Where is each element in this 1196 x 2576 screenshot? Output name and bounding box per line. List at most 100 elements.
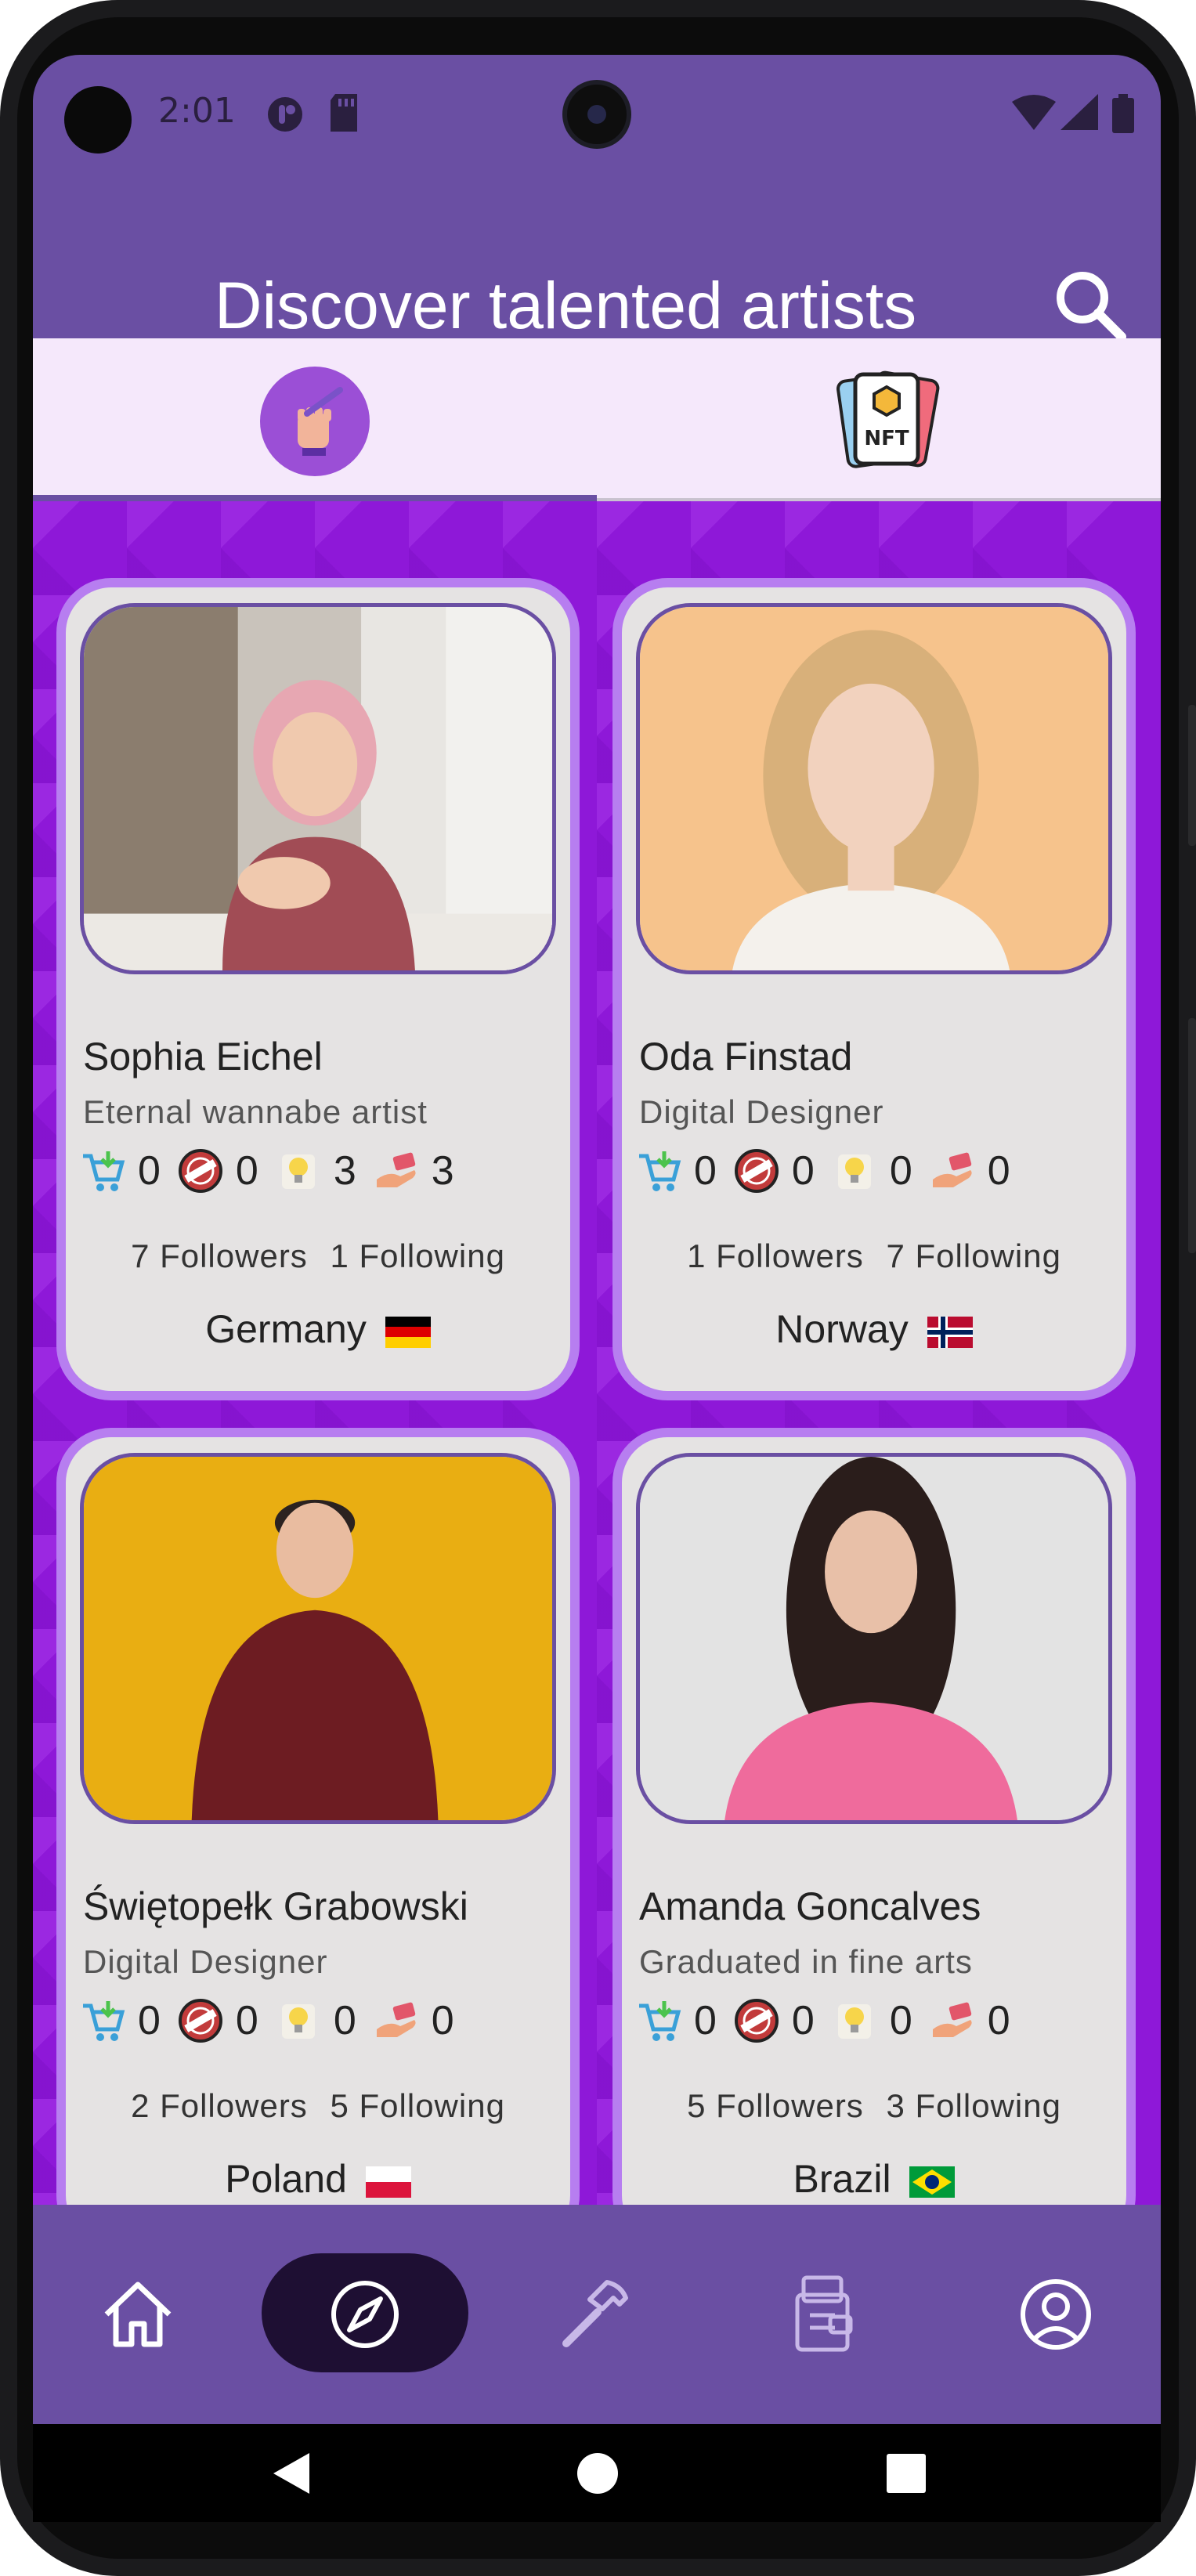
artist-stats: 0 0 0 0 [636,1143,1028,1198]
signal-icon [1061,94,1098,130]
status-time: 2:01 [158,91,236,131]
artist-name: Świętopełk Grabowski [83,1884,468,1928]
nav-create[interactable] [539,2260,649,2369]
home-icon [104,2282,172,2347]
shopping-cart-icon [83,2001,125,2041]
screen: 2:01 Discover talented artists NFT Sophi… [33,55,1161,2522]
artist-name: Oda Finstad [639,1035,853,1078]
tab-active-indicator [33,495,597,501]
artist-stats: 0 0 0 0 [636,1993,1028,2048]
artist-card[interactable]: Amanda Goncalves Graduated in fine arts … [612,1428,1136,2205]
stat-value: 0 [694,1148,717,1194]
shopping-cart-icon [639,1151,681,1191]
back-triangle-icon [273,2452,309,2494]
system-recents-button[interactable] [857,2424,955,2522]
stat-value: 0 [235,1998,258,2043]
artist-country: Poland [66,2156,570,2202]
sd-card-icon [331,94,357,132]
bottom-nav [33,2205,1161,2424]
following-count[interactable]: 5 Following [330,2087,504,2124]
power-button [1188,1018,1196,1253]
system-home-button[interactable] [548,2424,646,2522]
page-title: Discover talented artists [214,269,917,342]
stat-value: 0 [333,1998,356,2043]
nav-discover[interactable] [310,2260,420,2369]
idea-bulb-icon [281,1154,315,1189]
artist-card[interactable]: Świętopełk Grabowski Digital Designer 0 … [56,1428,580,2205]
artist-follow-counts: 5 Followers 3 Following [622,2087,1126,2125]
nav-home[interactable] [83,2260,193,2369]
artist-follow-counts: 2 Followers 5 Following [66,2087,570,2125]
nav-nft-wallet[interactable] [768,2260,877,2369]
following-count[interactable]: 3 Following [886,2087,1061,2124]
stat-value: 0 [791,1148,815,1194]
volume-button [1188,705,1196,846]
offer-hand-icon [932,1152,972,1187]
stat-value: 0 [791,1998,815,2043]
tab-artists[interactable] [33,338,597,501]
offer-hand-icon [376,2002,416,2037]
sold-badge-icon [178,1149,222,1193]
wifi-icon [1012,95,1056,130]
artist-title: Eternal wannabe artist [83,1093,428,1130]
front-camera [562,80,631,149]
offer-hand-icon [932,2002,972,2037]
nav-profile[interactable] [1001,2260,1111,2369]
stat-value: 0 [235,1148,258,1194]
country-name: Brazil [793,2157,891,2201]
artist-title: Graduated in fine arts [639,1943,973,1980]
artist-follow-counts: 1 Followers 7 Following [622,1237,1126,1275]
profile-icon [1021,2279,1091,2350]
svg-text:NFT: NFT [864,427,909,450]
nft-wallet-icon [795,2275,853,2352]
tab-bar: NFT [33,338,1161,501]
artist-grid: Sophia Eichel Eternal wannabe artist 0 0 [33,501,1161,2205]
stat-value: 3 [431,1148,454,1194]
recents-square-icon [886,2453,926,2493]
camera-cutout [64,86,132,154]
search-icon[interactable] [1051,266,1129,345]
followers-count[interactable]: 7 Followers [131,1237,308,1274]
following-count[interactable]: 1 Following [330,1237,504,1274]
hammer-icon [562,2280,628,2347]
artist-stats: 0 0 0 0 [80,1993,472,2048]
artist-photo [80,1453,556,1824]
country-name: Poland [225,2157,347,2201]
stat-value: 0 [987,1998,1010,2043]
artist-name: Amanda Goncalves [639,1884,981,1928]
system-nav-bar [33,2424,1161,2522]
artist-card[interactable]: Oda Finstad Digital Designer 0 0 0 0 1 F… [612,578,1136,1400]
stat-value: 0 [987,1148,1010,1194]
system-back-button[interactable] [243,2424,341,2522]
sold-badge-icon [734,1999,779,2043]
artist-card[interactable]: Sophia Eichel Eternal wannabe artist 0 0 [56,578,580,1400]
stat-value: 0 [138,1998,161,2043]
shopping-cart-icon [83,1151,125,1191]
followers-count[interactable]: 2 Followers [131,2087,308,2124]
artist-fist-brush-icon [260,367,370,476]
artist-photo [636,1453,1112,1824]
stat-value: 0 [889,1148,912,1194]
followers-count[interactable]: 1 Followers [687,1237,864,1274]
artist-photo [80,603,556,974]
followers-count[interactable]: 5 Followers [687,2087,864,2124]
sold-badge-icon [178,1999,222,2043]
artist-country: Norway [622,1306,1126,1352]
idea-bulb-icon [281,2004,315,2039]
stat-value: 3 [333,1148,356,1194]
artist-name: Sophia Eichel [83,1035,323,1078]
following-count[interactable]: 7 Following [886,1237,1061,1274]
battery-icon [1112,94,1134,133]
privacy-icon [268,97,302,132]
artist-title: Digital Designer [639,1093,884,1130]
idea-bulb-icon [837,1154,871,1189]
tab-nft[interactable]: NFT [597,338,1161,501]
artist-country: Brazil [622,2156,1126,2202]
nft-cards-icon: NFT [836,370,940,468]
stat-value: 0 [694,1998,717,2043]
stat-value: 0 [889,1998,912,2043]
sold-badge-icon [734,1149,779,1193]
artist-stats: 0 0 3 3 [80,1143,472,1198]
country-name: Norway [775,1307,909,1351]
brazil-flag-icon [909,2166,956,2198]
